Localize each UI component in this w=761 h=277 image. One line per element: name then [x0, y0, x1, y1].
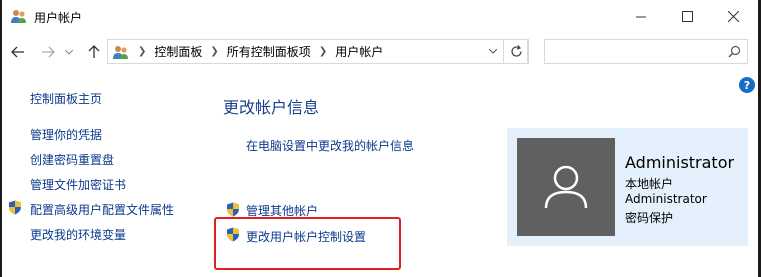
forward-arrow-icon: [42, 46, 55, 58]
user-icon: [544, 165, 588, 209]
sidebar-item-environment-variables[interactable]: 更改我的环境变量: [30, 226, 126, 243]
back-button[interactable]: [8, 41, 28, 63]
back-arrow-icon: [11, 46, 24, 58]
recent-locations-button[interactable]: [62, 41, 76, 63]
account-card: Administrator 本地帐户 Administrator 密码保护: [507, 128, 748, 246]
window-title: 用户帐户: [34, 11, 83, 25]
forward-button[interactable]: [38, 41, 58, 63]
account-type: 本地帐户: [625, 177, 674, 191]
maximize-icon: [681, 10, 693, 22]
search-input[interactable]: [549, 40, 719, 62]
close-button[interactable]: [710, 0, 756, 32]
refresh-icon: [510, 45, 522, 57]
up-button[interactable]: [84, 41, 104, 63]
navigation-bar: ❯ 控制面板 ❯ 所有控制面板项 ❯ 用户帐户: [2, 32, 758, 72]
sidebar-item-manage-credentials[interactable]: 管理你的凭据: [30, 126, 102, 143]
avatar: [517, 138, 615, 236]
sidebar-home-link[interactable]: 控制面板主页: [30, 90, 102, 107]
breadcrumb-control-panel[interactable]: 控制面板: [154, 43, 202, 60]
highlight-box: [214, 217, 401, 270]
chevron-right-icon: ❯: [138, 46, 147, 57]
search-box[interactable]: [544, 39, 748, 64]
sidebar-item-advanced-profile-properties[interactable]: 配置高级用户配置文件属性: [30, 201, 174, 218]
chevron-right-icon[interactable]: ❯: [319, 46, 327, 57]
minimize-icon: [635, 16, 646, 17]
minimize-button[interactable]: [618, 0, 664, 32]
control-panel-window: 用户帐户 ❯ 控制面板 ❯ 所有控制面板项 ❯ 用户帐户 ? 控制面板主页 管理…: [0, 0, 761, 277]
maximize-button[interactable]: [664, 0, 710, 32]
uac-shield-icon: [9, 200, 21, 215]
search-icon[interactable]: [728, 45, 741, 58]
account-name: Administrator: [625, 153, 735, 172]
user-accounts-icon: [11, 10, 26, 23]
control-panel-icon: [113, 45, 128, 59]
sidebar-item-encryption-certificates[interactable]: 管理文件加密证书: [30, 176, 126, 193]
address-dropdown-button[interactable]: [483, 39, 503, 64]
dropdown-icon: [65, 49, 73, 55]
address-bar[interactable]: ❯ 控制面板 ❯ 所有控制面板项 ❯ 用户帐户: [107, 39, 528, 64]
refresh-button[interactable]: [503, 39, 529, 64]
account-group: Administrator: [625, 192, 707, 206]
breadcrumb-user-accounts[interactable]: 用户帐户: [335, 43, 383, 60]
page-title: 更改帐户信息: [223, 98, 320, 117]
sidebar-item-password-reset-disk[interactable]: 创建密码重置盘: [30, 151, 114, 168]
chevron-down-icon: [489, 49, 497, 54]
help-icon[interactable]: ?: [739, 77, 755, 93]
breadcrumb-all-items[interactable]: 所有控制面板项: [227, 43, 311, 60]
chevron-right-icon[interactable]: ❯: [210, 46, 218, 57]
title-bar: 用户帐户: [2, 0, 758, 32]
account-password-status: 密码保护: [625, 211, 674, 225]
change-account-in-pc-settings-link[interactable]: 在电脑设置中更改我的帐户信息: [246, 137, 414, 154]
uac-shield-icon: [227, 202, 239, 217]
close-icon: [727, 10, 739, 22]
up-arrow-icon: [88, 45, 100, 58]
